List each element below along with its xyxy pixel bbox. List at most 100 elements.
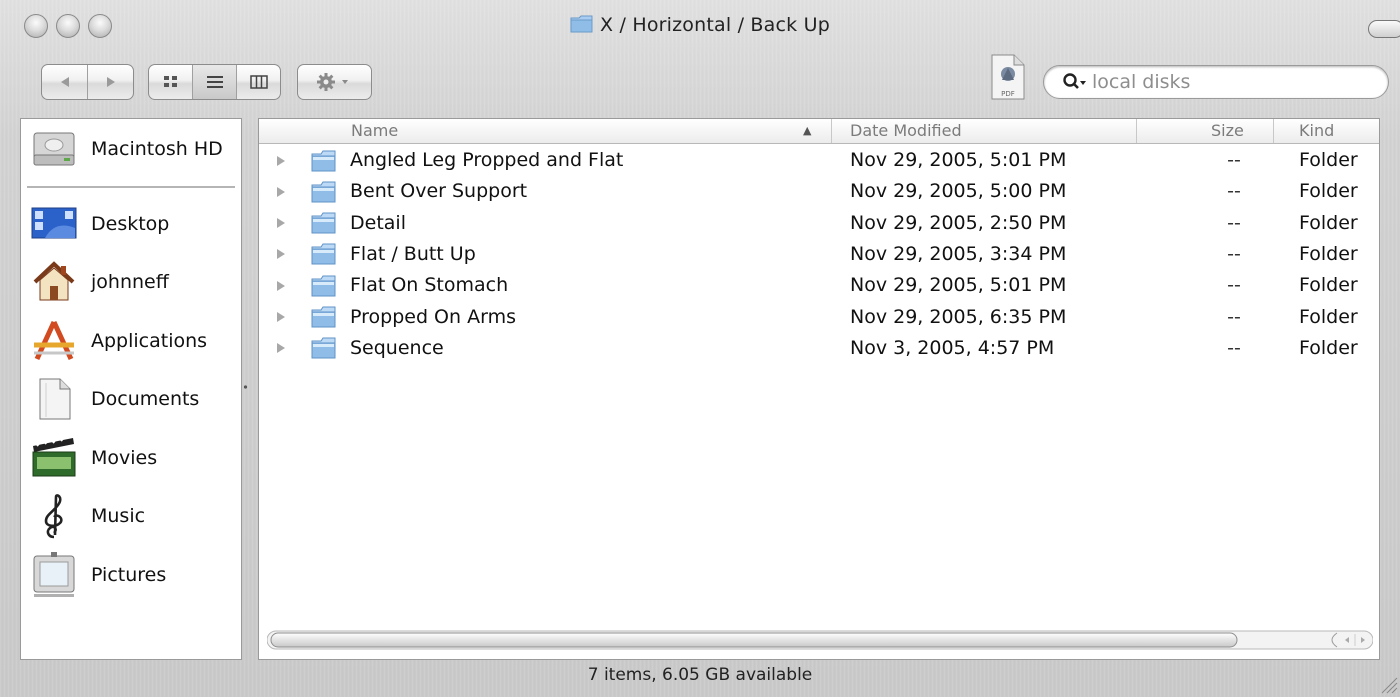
back-button[interactable] xyxy=(42,65,88,99)
disclosure-triangle-icon[interactable] xyxy=(275,302,289,333)
column-divider[interactable] xyxy=(831,119,832,143)
music-icon xyxy=(31,493,77,539)
sidebar-item-label: Movies xyxy=(91,447,158,469)
window-title-bar: X / Horizontal / Back Up xyxy=(0,14,1400,39)
file-date-modified: Nov 29, 2005, 5:00 PM xyxy=(850,180,1067,203)
window-title: X / Horizontal / Back Up xyxy=(600,14,830,36)
folder-icon xyxy=(311,302,337,333)
column-header-name[interactable]: Name xyxy=(351,119,398,143)
sidebar-divider xyxy=(27,186,235,188)
disclosure-triangle-icon[interactable] xyxy=(275,208,289,239)
back-forward-control[interactable] xyxy=(41,64,134,100)
movies-icon xyxy=(31,435,77,481)
table-row[interactable]: Angled Leg Propped and Flat Nov 29, 2005,… xyxy=(259,145,1379,176)
home-icon xyxy=(31,259,77,305)
back-arrow-icon xyxy=(60,77,69,87)
file-size: -- xyxy=(1227,149,1241,171)
column-view-icon xyxy=(249,75,268,89)
file-kind: Folder xyxy=(1299,211,1358,234)
hard-drive-icon xyxy=(31,126,77,172)
search-icon[interactable] xyxy=(1062,72,1090,92)
folder-icon xyxy=(311,208,337,239)
sidebar-item-label: johnneff xyxy=(91,271,169,293)
file-size: -- xyxy=(1227,336,1241,359)
pdf-document-icon[interactable]: PDF xyxy=(989,52,1027,102)
icon-view-button[interactable] xyxy=(149,65,193,99)
file-name: Angled Leg Propped and Flat xyxy=(350,149,624,171)
file-size: -- xyxy=(1227,211,1241,234)
search-field[interactable]: local disks xyxy=(1043,65,1389,99)
file-date-modified: Nov 29, 2005, 5:01 PM xyxy=(850,149,1067,171)
folder-icon xyxy=(311,270,337,301)
sidebar-item-pictures[interactable]: Pictures xyxy=(21,550,241,600)
sidebar-item-label: Music xyxy=(91,505,146,527)
column-view-button[interactable] xyxy=(237,65,280,99)
file-name: Sequence xyxy=(350,336,444,359)
table-row[interactable]: Detail Nov 29, 2005, 2:50 PM -- Folder xyxy=(259,208,1379,239)
finder-window: X / Horizontal / Back Up PDF local disks… xyxy=(0,0,1400,697)
table-row[interactable]: Propped On Arms Nov 29, 2005, 6:35 PM -- Fo… xyxy=(259,302,1379,333)
file-kind: Folder xyxy=(1299,180,1358,203)
sidebar-item-label: Pictures xyxy=(91,564,167,586)
horizontal-scrollbar[interactable] xyxy=(266,629,1374,651)
list-header: Name ▲ Date Modified Size Kind xyxy=(259,119,1379,144)
sidebar-item-label: Documents xyxy=(91,388,200,410)
action-menu-button[interactable] xyxy=(297,64,372,100)
file-size: -- xyxy=(1227,305,1241,328)
folder-icon xyxy=(311,176,337,207)
pictures-icon xyxy=(31,552,77,598)
status-bar-text: 7 items, 6.05 GB available xyxy=(587,665,813,685)
list-view-button[interactable] xyxy=(193,65,237,99)
file-kind: Folder xyxy=(1299,242,1358,265)
column-divider[interactable] xyxy=(1273,119,1274,143)
folder-icon xyxy=(311,145,337,176)
table-row[interactable]: Flat On Stomach Nov 29, 2005, 5:01 PM -- Fo… xyxy=(259,270,1379,301)
folder-icon xyxy=(311,333,337,364)
disclosure-triangle-icon[interactable] xyxy=(275,239,289,270)
forward-button[interactable] xyxy=(88,65,133,99)
view-mode-control[interactable] xyxy=(148,64,281,100)
disclosure-triangle-icon[interactable] xyxy=(275,145,289,176)
column-header-kind[interactable]: Kind xyxy=(1299,119,1334,143)
file-date-modified: Nov 29, 2005, 5:01 PM xyxy=(850,274,1067,297)
sidebar-item-documents[interactable]: Documents xyxy=(21,374,241,424)
column-header-size[interactable]: Size xyxy=(1211,119,1244,143)
column-header-date-modified[interactable]: Date Modified xyxy=(850,119,962,143)
sidebar-item-macintosh-hd[interactable]: Macintosh HD xyxy=(21,124,241,174)
table-row[interactable]: Flat / Butt Up Nov 29, 2005, 3:34 PM -- Fol… xyxy=(259,239,1379,270)
desktop-icon xyxy=(31,201,77,247)
file-name: Propped On Arms xyxy=(350,305,516,328)
disclosure-triangle-icon[interactable] xyxy=(275,270,289,301)
file-date-modified: Nov 3, 2005, 4:57 PM xyxy=(850,336,1055,359)
table-row[interactable]: Bent Over Support Nov 29, 2005, 5:00 PM --… xyxy=(259,176,1379,207)
column-divider[interactable] xyxy=(1136,119,1137,143)
documents-icon xyxy=(31,376,77,422)
file-size: -- xyxy=(1227,180,1241,203)
sidebar-item-movies[interactable]: Movies xyxy=(21,433,241,483)
sidebar-item-applications[interactable]: Applications xyxy=(21,316,241,366)
disclosure-triangle-icon[interactable] xyxy=(275,333,289,364)
disclosure-triangle-icon[interactable] xyxy=(275,176,289,207)
title-folder-icon xyxy=(570,14,594,39)
file-date-modified: Nov 29, 2005, 3:34 PM xyxy=(850,242,1067,265)
applications-icon xyxy=(31,318,77,364)
sidebar-splitter-handle[interactable] xyxy=(243,380,248,392)
file-name: Detail xyxy=(350,211,406,234)
sidebar-item-label: Applications xyxy=(91,330,208,352)
sidebar-item-music[interactable]: Music xyxy=(21,491,241,541)
gear-icon xyxy=(316,73,348,91)
file-date-modified: Nov 29, 2005, 2:50 PM xyxy=(850,211,1067,234)
list-view-icon xyxy=(206,76,223,88)
file-name: Bent Over Support xyxy=(350,180,528,203)
file-size: -- xyxy=(1227,242,1241,265)
sidebar-item-johnneff[interactable]: johnneff xyxy=(21,257,241,307)
table-row[interactable]: Sequence Nov 3, 2005, 4:57 PM -- Folder xyxy=(259,333,1379,364)
sidebar: Macintosh HD Desktop johnneff Applicatio… xyxy=(20,118,242,660)
folder-icon xyxy=(311,239,337,270)
sidebar-item-desktop[interactable]: Desktop xyxy=(21,199,241,249)
toolbar-toggle-button[interactable] xyxy=(1368,20,1400,38)
resize-grip-icon[interactable] xyxy=(1378,674,1398,694)
svg-text:PDF: PDF xyxy=(1001,90,1015,98)
file-date-modified: Nov 29, 2005, 6:35 PM xyxy=(850,305,1067,328)
search-input[interactable]: local disks xyxy=(1092,71,1190,93)
